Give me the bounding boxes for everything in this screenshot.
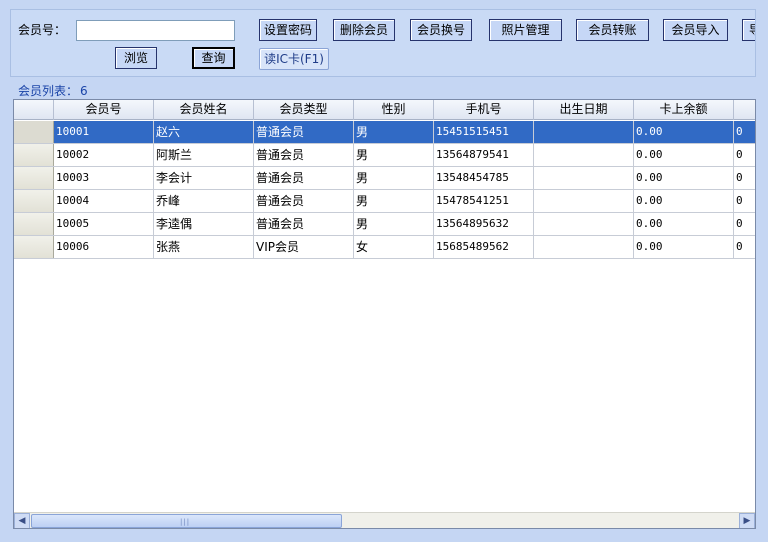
cell-birth-date: [534, 190, 634, 212]
cell-card-balance: 0.00: [634, 167, 734, 189]
row-selector[interactable]: [14, 144, 54, 166]
toolbar-panel: 会员号： 设置密码 删除会员 会员换号 照片管理 会员转账 会员导入 导 浏览 …: [10, 9, 756, 77]
cell-phone: 13564895632: [434, 213, 534, 235]
cell-member-type: 普通会员: [254, 190, 354, 212]
cell-phone: 13548454785: [434, 167, 534, 189]
cell-gender: 男: [354, 213, 434, 235]
column-header-member-type[interactable]: 会员类型: [254, 100, 354, 120]
cell-extra: 0: [734, 213, 755, 235]
cell-member-name: 阿斯兰: [154, 144, 254, 166]
cell-card-balance: 0.00: [634, 144, 734, 166]
row-selector[interactable]: [14, 236, 54, 258]
cell-extra: 0: [734, 144, 755, 166]
scrollbar-thumb[interactable]: |||: [31, 514, 342, 528]
member-no-label: 会员号：: [18, 23, 67, 37]
member-table[interactable]: 会员号 会员姓名 会员类型 性别 手机号 出生日期 卡上余额 10001 赵六 …: [13, 99, 756, 529]
more-button[interactable]: 导: [742, 19, 755, 41]
cell-member-name: 乔峰: [154, 190, 254, 212]
cell-card-balance: 0.00: [634, 236, 734, 258]
member-list-label: 会员列表：: [18, 84, 79, 98]
member-no-input[interactable]: [76, 20, 235, 41]
cell-birth-date: [534, 167, 634, 189]
cell-extra: 0: [734, 236, 755, 258]
cell-gender: 男: [354, 121, 434, 143]
cell-extra: 0: [734, 190, 755, 212]
cell-member-no: 10004: [54, 190, 154, 212]
table-row[interactable]: 10006 张燕 VIP会员 女 15685489562 0.00 0: [14, 236, 755, 259]
column-header-member-name[interactable]: 会员姓名: [154, 100, 254, 120]
member-count: 6: [80, 84, 88, 98]
cell-extra: 0: [734, 121, 755, 143]
browse-button[interactable]: 浏览: [115, 47, 157, 69]
cell-gender: 男: [354, 167, 434, 189]
column-header-gender[interactable]: 性别: [354, 100, 434, 120]
cell-card-balance: 0.00: [634, 190, 734, 212]
cell-member-no: 10006: [54, 236, 154, 258]
member-import-button[interactable]: 会员导入: [663, 19, 728, 41]
grip-icon: |||: [180, 518, 191, 526]
row-selector[interactable]: [14, 167, 54, 189]
query-button[interactable]: 查询: [192, 47, 235, 69]
column-header-card-balance[interactable]: 卡上余额: [634, 100, 734, 120]
cell-gender: 女: [354, 236, 434, 258]
cell-member-type: 普通会员: [254, 144, 354, 166]
cell-gender: 男: [354, 144, 434, 166]
cell-member-type: 普通会员: [254, 167, 354, 189]
delete-member-button[interactable]: 删除会员: [333, 19, 395, 41]
column-header-birth-date[interactable]: 出生日期: [534, 100, 634, 120]
column-header-member-no[interactable]: 会员号: [54, 100, 154, 120]
cell-member-type: 普通会员: [254, 213, 354, 235]
cell-birth-date: [534, 236, 634, 258]
cell-member-no: 10005: [54, 213, 154, 235]
table-row[interactable]: 10004 乔峰 普通会员 男 15478541251 0.00 0: [14, 190, 755, 213]
arrow-left-icon[interactable]: ◀: [14, 513, 30, 528]
cell-member-name: 李逵偶: [154, 213, 254, 235]
cell-birth-date: [534, 144, 634, 166]
table-body: 10001 赵六 普通会员 男 15451515451 0.00 0 10002…: [14, 121, 755, 259]
arrow-right-icon[interactable]: ▶: [739, 513, 755, 528]
column-header-extra[interactable]: [734, 100, 755, 120]
cell-card-balance: 0.00: [634, 213, 734, 235]
table-row[interactable]: 10002 阿斯兰 普通会员 男 13564879541 0.00 0: [14, 144, 755, 167]
table-row[interactable]: 10003 李会计 普通会员 男 13548454785 0.00 0: [14, 167, 755, 190]
cell-member-no: 10001: [54, 121, 154, 143]
cell-member-name: 张燕: [154, 236, 254, 258]
cell-member-no: 10003: [54, 167, 154, 189]
cell-member-name: 赵六: [154, 121, 254, 143]
set-password-button[interactable]: 设置密码: [259, 19, 317, 41]
row-selector[interactable]: [14, 190, 54, 212]
table-row[interactable]: 10005 李逵偶 普通会员 男 13564895632 0.00 0: [14, 213, 755, 236]
horizontal-scrollbar[interactable]: ◀ ||| ▶: [14, 512, 755, 528]
cell-phone: 15478541251: [434, 190, 534, 212]
row-selector[interactable]: [14, 213, 54, 235]
cell-member-type: 普通会员: [254, 121, 354, 143]
member-transfer-button[interactable]: 会员转账: [576, 19, 649, 41]
cell-member-name: 李会计: [154, 167, 254, 189]
cell-birth-date: [534, 121, 634, 143]
cell-card-balance: 0.00: [634, 121, 734, 143]
table-header: 会员号 会员姓名 会员类型 性别 手机号 出生日期 卡上余额: [14, 100, 755, 120]
change-number-button[interactable]: 会员换号: [410, 19, 472, 41]
read-ic-card-button[interactable]: 读IC卡(F1): [259, 48, 329, 70]
column-header-phone[interactable]: 手机号: [434, 100, 534, 120]
row-selector[interactable]: [14, 121, 54, 143]
row-header-corner: [14, 100, 54, 120]
cell-member-no: 10002: [54, 144, 154, 166]
cell-phone: 15685489562: [434, 236, 534, 258]
cell-birth-date: [534, 213, 634, 235]
cell-phone: 13564879541: [434, 144, 534, 166]
photo-manage-button[interactable]: 照片管理: [489, 19, 562, 41]
cell-phone: 15451515451: [434, 121, 534, 143]
table-row[interactable]: 10001 赵六 普通会员 男 15451515451 0.00 0: [14, 121, 755, 144]
cell-gender: 男: [354, 190, 434, 212]
member-list-caption: 会员列表： 6: [18, 82, 88, 99]
cell-member-type: VIP会员: [254, 236, 354, 258]
cell-extra: 0: [734, 167, 755, 189]
